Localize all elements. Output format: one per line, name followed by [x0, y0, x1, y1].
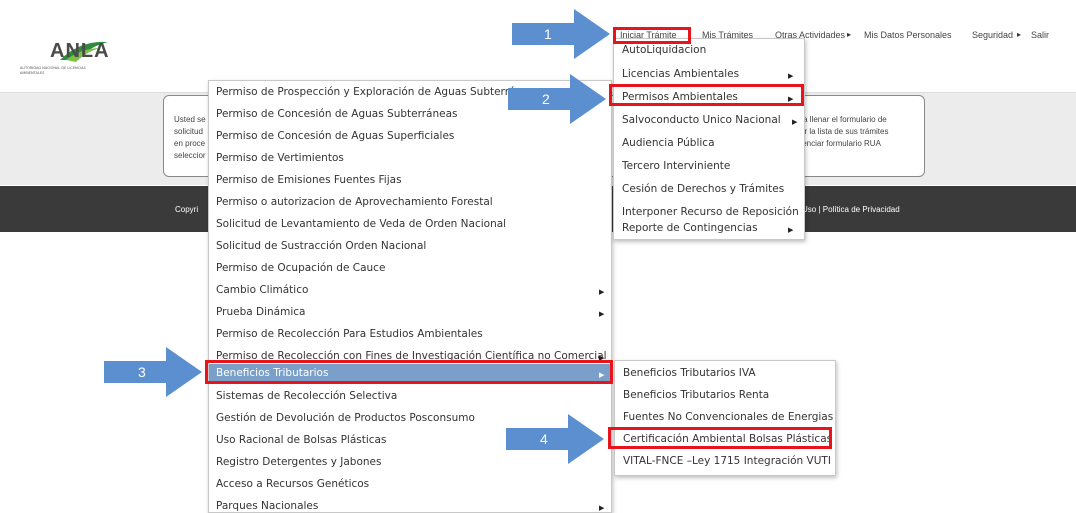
nav-arrow-icon: ▸	[1017, 30, 1022, 39]
callout-number: 3	[138, 364, 146, 380]
menu-item-cauce[interactable]: Permiso de Ocupación de Cauce	[216, 262, 385, 274]
callout-arrow-3: 3	[104, 347, 204, 397]
menu-item-cesion[interactable]: Cesión de Derechos y Trámites	[622, 183, 784, 195]
highlight-iniciar-tramite	[613, 27, 691, 44]
menu-item-forestal[interactable]: Permiso o autorizacion de Aprovechamient…	[216, 196, 493, 208]
nav-arrow-icon: ▸	[847, 30, 852, 39]
nav-salir[interactable]: Salir	[1031, 30, 1049, 40]
menu-item-recoleccion-estudios[interactable]: Permiso de Recolección Para Estudios Amb…	[216, 328, 483, 340]
logo-text: ANLA	[50, 40, 110, 62]
callout-arrow-4: 4	[506, 414, 606, 464]
anla-logo[interactable]: ANLA AUTORIDAD NACIONAL DE LICENCIAS AMB…	[20, 38, 110, 86]
submenu-arrow-icon: ▶	[792, 118, 798, 126]
menu-item-prueba-dinamica[interactable]: Prueba Dinámica	[216, 306, 305, 318]
submenu-arrow-icon: ▶	[599, 288, 605, 296]
menu-item-beneficios-renta[interactable]: Beneficios Tributarios Renta	[623, 389, 769, 401]
menu-item-audiencia[interactable]: Audiencia Pública	[622, 137, 715, 149]
logo-subtitle: AUTORIDAD NACIONAL DE LICENCIAS AMBIENTA…	[20, 66, 86, 75]
nav-seguridad[interactable]: Seguridad	[972, 30, 1013, 40]
menu-item-detergentes[interactable]: Registro Detergentes y Jabones	[216, 456, 381, 468]
highlight-beneficios-tributarios	[205, 360, 613, 384]
footer-links[interactable]: Uso | Política de Privacidad	[802, 205, 900, 214]
callout-number: 1	[544, 26, 552, 42]
menu-item-prospeccion[interactable]: Permiso de Prospección y Exploración de …	[216, 86, 529, 98]
info-text-right: ara llenar el formulario de ver la lista…	[796, 115, 889, 148]
menu-item-tercero[interactable]: Tercero Interviniente	[622, 160, 730, 172]
menu-item-recurso-reposicion[interactable]: Interponer Recurso de Reposición	[622, 206, 799, 218]
menu-item-veda[interactable]: Solicitud de Levantamiento de Veda de Or…	[216, 218, 506, 230]
menu-item-emisiones[interactable]: Permiso de Emisiones Fuentes Fijas	[216, 174, 402, 186]
menu-item-vertimientos[interactable]: Permiso de Vertimientos	[216, 152, 344, 164]
highlight-certificacion-bolsas	[608, 427, 832, 449]
menu-item-aguas-superficiales[interactable]: Permiso de Concesión de Aguas Superficia…	[216, 130, 454, 142]
beneficios-submenu: Beneficios Tributarios IVA Beneficios Tr…	[614, 360, 836, 476]
callout-arrow-1: 1	[512, 9, 612, 59]
nav-mis-datos[interactable]: Mis Datos Personales	[864, 30, 952, 40]
menu-item-bolsas-plasticas[interactable]: Uso Racional de Bolsas Plásticas	[216, 434, 386, 446]
info-text-left: Usted se solicitud en proce seleccior	[174, 115, 206, 160]
menu-item-licencias[interactable]: Licencias Ambientales	[622, 68, 739, 80]
footer-copyright: Copyri	[175, 205, 199, 214]
iniciar-tramite-dropdown: AutoLiquidacion Licencias Ambientales ▶ …	[613, 38, 805, 240]
menu-item-posconsumo[interactable]: Gestión de Devolución de Productos Posco…	[216, 412, 475, 424]
menu-item-autoliquidacion[interactable]: AutoLiquidacion	[622, 44, 706, 56]
submenu-arrow-icon: ▶	[599, 310, 605, 318]
menu-item-vital-fnce[interactable]: VITAL-FNCE –Ley 1715 Integración VUTI	[623, 455, 831, 467]
submenu-arrow-icon: ▶	[788, 226, 794, 234]
menu-item-recursos-geneticos[interactable]: Acceso a Recursos Genéticos	[216, 478, 369, 490]
menu-item-aguas-subterraneas[interactable]: Permiso de Concesión de Aguas Subterráne…	[216, 108, 458, 120]
menu-item-beneficios-iva[interactable]: Beneficios Tributarios IVA	[623, 367, 756, 379]
menu-item-recoleccion-selectiva[interactable]: Sistemas de Recolección Selectiva	[216, 390, 397, 402]
menu-item-fuentes-no-convencionales[interactable]: Fuentes No Convencionales de Energias	[623, 411, 833, 423]
submenu-arrow-icon: ▶	[788, 72, 794, 80]
highlight-permisos-ambientales	[609, 84, 804, 106]
callout-number: 2	[542, 91, 550, 107]
menu-item-salvoconducto[interactable]: Salvoconducto Unico Nacional	[622, 114, 781, 126]
callout-arrow-2: 2	[508, 74, 608, 124]
menu-item-parques-nacionales[interactable]: Parques Nacionales	[216, 500, 318, 512]
menu-item-cambio-climatico[interactable]: Cambio Climático	[216, 284, 308, 296]
menu-item-reporte-contingencias[interactable]: Reporte de Contingencias	[622, 222, 758, 234]
callout-number: 4	[540, 431, 548, 447]
menu-item-sustraccion[interactable]: Solicitud de Sustracción Orden Nacional	[216, 240, 426, 252]
